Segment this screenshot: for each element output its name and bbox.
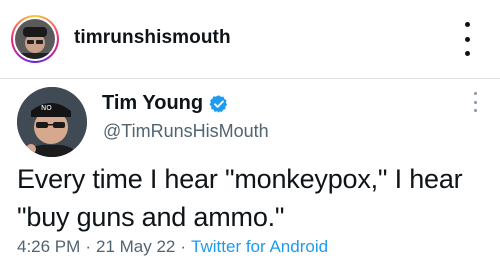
instagram-post-header: timrunshismouth — [0, 0, 500, 79]
story-ring[interactable] — [11, 15, 59, 63]
tweet-author-avatar[interactable]: NO — [17, 87, 87, 157]
meta-separator: · — [180, 237, 187, 256]
svg-text:NO: NO — [41, 104, 52, 112]
tweet-more-icon[interactable] — [471, 92, 479, 112]
tweet-author-row: Tim Young — [102, 92, 229, 115]
tweet-source-link[interactable]: Twitter for Android — [191, 237, 328, 256]
verified-badge-icon — [209, 94, 228, 113]
tweet-metadata: 4:26 PM · 21 May 22 · Twitter for Android — [17, 237, 328, 257]
tweet-text: Every time I hear "monkeypox," I hear "b… — [17, 164, 463, 232]
meta-separator: · — [85, 237, 91, 256]
more-vertical-icon[interactable] — [460, 22, 474, 56]
instagram-username[interactable]: timrunshismouth — [74, 27, 231, 49]
tweet-author-name[interactable]: Tim Young — [102, 92, 203, 115]
tweet-date[interactable]: 21 May 22 — [96, 237, 175, 256]
tweet-author-handle[interactable]: @TimRunsHisMouth — [103, 121, 269, 142]
tweet-time[interactable]: 4:26 PM — [17, 237, 80, 256]
tweet-card: NO Tim Young @TimRunsHisMouth Every time… — [0, 79, 500, 273]
instagram-avatar[interactable] — [15, 19, 55, 59]
